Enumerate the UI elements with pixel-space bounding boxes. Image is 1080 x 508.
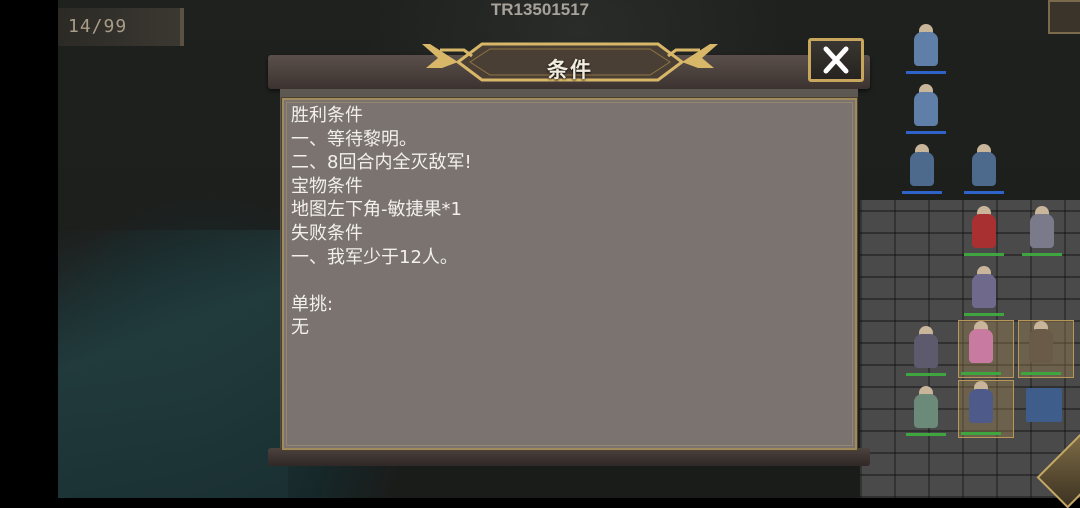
unit-body [914,32,938,66]
unit-hp-bar [1021,372,1061,375]
friendly-unit[interactable] [904,326,948,378]
unit-hp-bar [906,373,946,376]
conditions-list: 胜利条件 一、等待黎明。 二、8回合内全灭敌军! 宝物条件 地图左下角-敏捷果*… [291,104,472,340]
dialog-title: 条件 [547,58,593,82]
unit-body [914,92,938,126]
unit-hp-bar [964,191,1004,194]
unit-body [969,389,993,423]
condition-line: 二、8回合内全灭敌军! [291,152,472,174]
condition-line: 无 [291,317,309,339]
condition-line: 地图左下角-敏捷果*1 [291,199,462,221]
menu-corner-button[interactable] [1048,0,1080,34]
ally-unit[interactable] [904,84,948,136]
unit-hp-bar [961,372,1001,375]
selected-friendly-unit[interactable] [958,380,1014,438]
left-black-border [0,0,58,498]
unit-body [972,274,996,308]
unit-hp-bar [906,433,946,436]
dialog-bottom-scroll-bar [268,448,870,466]
ally-unit[interactable] [904,24,948,76]
unit-body [972,152,996,186]
ally-cavalry-unit[interactable] [900,144,944,196]
condition-line: 一、我军少于12人。 [291,246,458,268]
friendly-unit[interactable] [1020,206,1064,258]
gate-body [1026,388,1062,422]
ally-cavalry-unit[interactable] [962,144,1006,196]
unit-hp-bar [961,432,1001,435]
condition-line: 一、等待黎明。 [291,128,417,150]
friendly-unit[interactable] [962,266,1006,318]
unit-hp-bar [906,131,946,134]
gate-structure [1022,380,1066,432]
friendly-unit[interactable] [962,206,1006,258]
unit-body [910,152,934,186]
unit-hp-bar [906,71,946,74]
condition-line [291,269,472,293]
unit-body [972,214,996,248]
map-water-area [58,230,288,498]
unit-hp-bar [964,253,1004,256]
unit-body [1029,329,1053,363]
condition-line: 失败条件 [291,222,363,244]
unit-body [914,394,938,428]
unit-body [1030,214,1054,248]
selected-friendly-unit[interactable] [958,320,1014,378]
selected-friendly-unit[interactable] [1018,320,1074,378]
unit-hp-bar [964,313,1004,316]
condition-line: 单挑: [291,293,334,315]
unit-body [969,329,993,363]
condition-line: 胜利条件 [291,105,363,126]
unit-hp-bar [1022,253,1062,256]
close-button[interactable] [808,38,864,82]
friendly-unit[interactable] [904,386,948,438]
close-x-icon [823,46,849,74]
map-code-label: TR13501517 [490,0,590,19]
unit-hp-bar [902,191,942,194]
unit-body [914,334,938,368]
condition-line: 宝物条件 [291,175,363,197]
